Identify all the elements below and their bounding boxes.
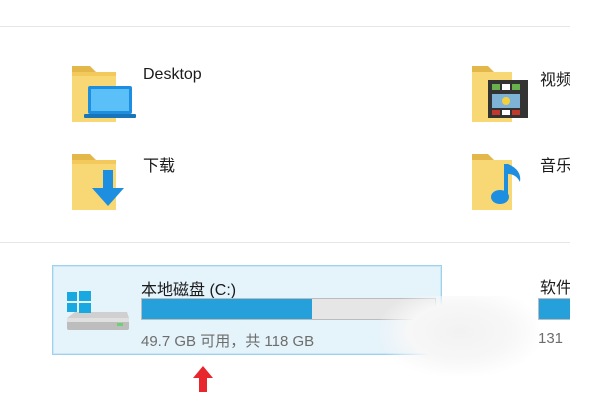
annotation-arrow-icon xyxy=(193,366,213,392)
folder-label: 视频 xyxy=(540,72,570,89)
videos-folder-icon xyxy=(470,58,534,122)
windows-drive-icon xyxy=(63,290,133,338)
folder-videos[interactable]: 视频 xyxy=(470,52,570,132)
drive-usage-fill xyxy=(142,299,312,319)
section-divider xyxy=(0,242,570,243)
drive-name: 软件 xyxy=(540,280,570,297)
folder-downloads[interactable]: 下载 xyxy=(64,140,234,220)
drive-usage-bar xyxy=(538,298,570,320)
folder-music[interactable]: 音乐 xyxy=(470,140,570,220)
drive-name: 本地磁盘 (C:) xyxy=(141,282,237,299)
downloads-folder-icon xyxy=(64,146,136,210)
folder-label: 音乐 xyxy=(540,158,570,175)
music-folder-icon xyxy=(470,146,534,210)
folder-desktop[interactable]: Desktop xyxy=(64,52,234,132)
desktop-folder-icon xyxy=(64,58,136,122)
folder-label: 下载 xyxy=(143,158,176,175)
folder-label: Desktop xyxy=(143,66,202,83)
drive-space-info: 131 xyxy=(538,330,564,347)
drive-space-info: 49.7 GB 可用，共 118 GB xyxy=(141,333,315,350)
top-divider xyxy=(0,26,570,27)
blur-overlay xyxy=(380,296,540,376)
